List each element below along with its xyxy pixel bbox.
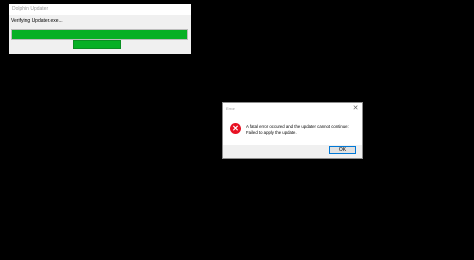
error-icon: ✕ [230, 123, 241, 134]
updater-title: Dolphin Updater [9, 4, 191, 15]
error-message-line1: A fatal error occured and the updater ca… [246, 124, 349, 129]
error-titlebar: Error ✕ [223, 103, 362, 114]
error-body: ✕ A fatal error occured and the updater … [223, 114, 362, 145]
error-message: A fatal error occured and the updater ca… [246, 124, 360, 135]
close-icon[interactable]: ✕ [351, 104, 360, 113]
error-dialog-title: Error [226, 106, 235, 111]
updater-action-button[interactable] [73, 40, 121, 49]
ok-button[interactable]: OK [329, 146, 356, 154]
updater-window: Dolphin Updater Verifying Updater.exe... [9, 4, 191, 54]
error-dialog: Error ✕ ✕ A fatal error occured and the … [222, 102, 363, 159]
error-message-line2: Failed to apply the update. [246, 129, 297, 135]
progress-fill [12, 30, 187, 39]
updater-status-text: Verifying Updater.exe... [11, 18, 63, 24]
progress-bar [11, 29, 188, 40]
